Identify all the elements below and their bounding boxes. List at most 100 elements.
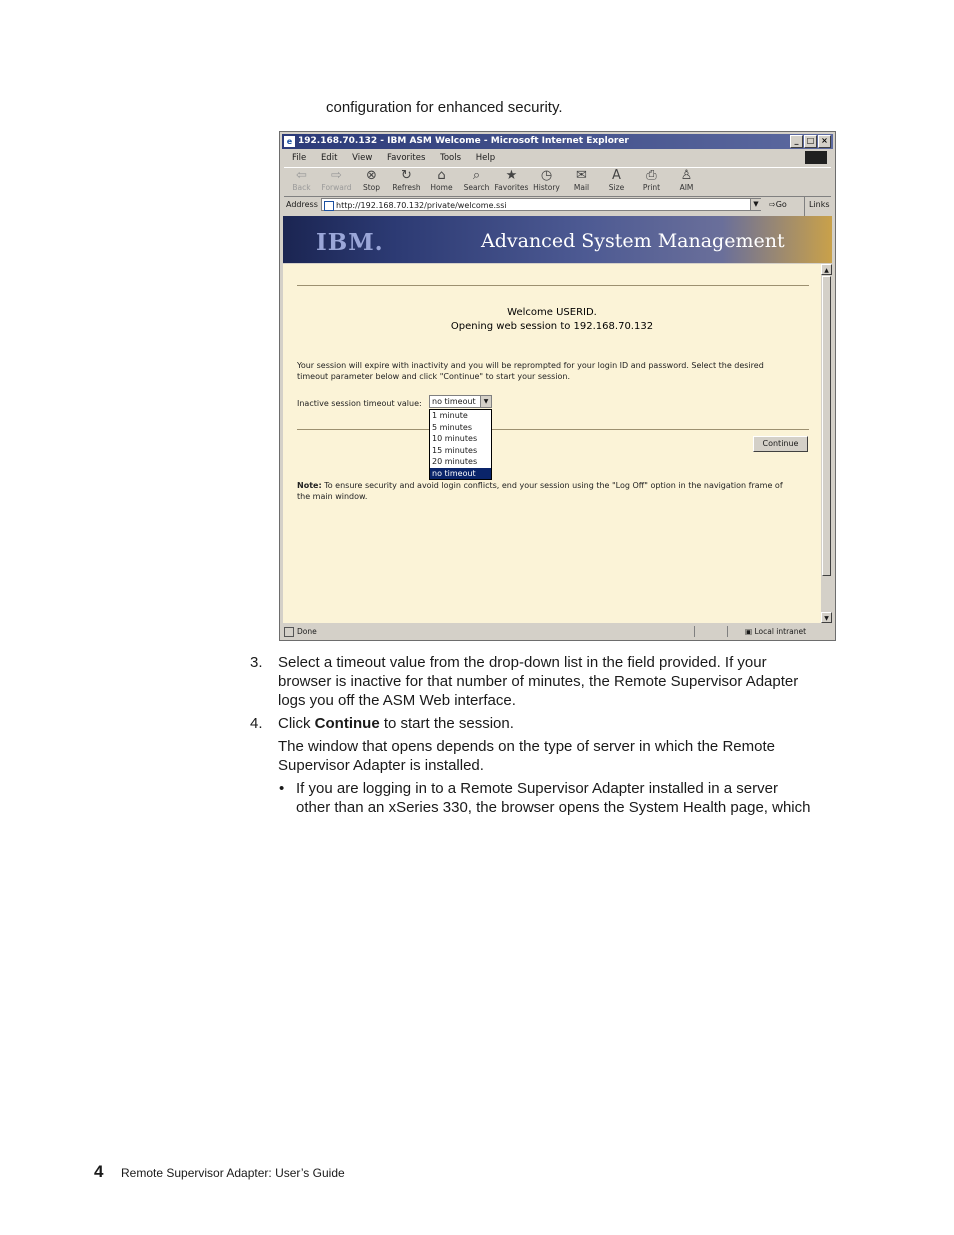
size-icon: A — [612, 168, 621, 183]
refresh-button[interactable]: ↻ Refresh — [389, 168, 424, 196]
search-button[interactable]: ⌕ Search — [459, 168, 494, 196]
stop-label: Stop — [362, 183, 381, 192]
timeout-option[interactable]: 20 minutes — [430, 456, 491, 468]
forward-button[interactable]: ⇨ Forward — [319, 168, 354, 196]
aim-icon: ♙ — [680, 168, 693, 183]
paragraph-line-1: The window that opens depends on the typ… — [278, 738, 775, 755]
page-status-icon — [284, 627, 294, 637]
windows-logo-icon — [805, 151, 827, 164]
ibm-logo: IBM. — [316, 229, 384, 256]
asm-banner: IBM. Advanced System Management — [283, 216, 832, 263]
menu-view[interactable]: View — [352, 153, 372, 163]
timeout-option[interactable]: 1 minute — [430, 410, 491, 422]
forward-arrow-icon: ⇨ — [331, 168, 342, 183]
menu-file[interactable]: File — [292, 153, 306, 163]
address-dropdown-icon[interactable]: ▼ — [750, 199, 761, 210]
favorites-button[interactable]: ★ Favorites — [494, 168, 529, 196]
scroll-down-icon[interactable]: ▼ — [821, 612, 832, 623]
menu-help[interactable]: Help — [476, 153, 495, 163]
session-text-1: Your session will expire with inactivity… — [297, 361, 764, 370]
address-label: Address — [286, 200, 318, 209]
step-4-text: Click Continue to start the session. — [278, 714, 514, 734]
note-text-1: To ensure security and avoid login confl… — [324, 481, 783, 490]
address-bar: Address http://192.168.70.132/private/we… — [284, 196, 831, 230]
divider-top — [297, 285, 809, 286]
stop-icon: ⊗ — [366, 168, 377, 183]
step-4-post: to start the session. — [379, 715, 514, 732]
back-arrow-icon: ⇦ — [296, 168, 307, 183]
go-label: Go — [775, 200, 787, 209]
home-label: Home — [430, 183, 453, 192]
timeout-option[interactable]: 15 minutes — [430, 445, 491, 457]
aim-button[interactable]: ♙ AIM — [669, 168, 704, 196]
go-arrow-icon: ⇨ — [769, 200, 776, 209]
note-label: Note: — [297, 481, 322, 490]
stop-button[interactable]: ⊗ Stop — [354, 168, 389, 196]
ie-icon: e — [284, 136, 295, 147]
timeout-option-selected[interactable]: no timeout — [430, 467, 491, 479]
status-zone: ▣ Local intranet — [745, 625, 806, 638]
page-number: 4 — [94, 1162, 104, 1181]
mail-icon: ✉ — [576, 168, 587, 183]
search-label: Search — [463, 183, 490, 192]
menu-bar: File Edit View Favorites Tools Help — [284, 150, 831, 166]
timeout-select[interactable]: no timeout ▼ — [429, 395, 492, 408]
banner-title: Advanced System Management — [481, 230, 785, 252]
timeout-selected: no timeout — [432, 397, 476, 406]
refresh-icon: ↻ — [401, 168, 412, 183]
history-button[interactable]: ◷ History — [529, 168, 564, 196]
vertical-scrollbar[interactable]: ▲ ▼ — [821, 264, 832, 623]
web-content: Welcome USERID. Opening web session to 1… — [283, 264, 821, 623]
size-button[interactable]: A Size — [599, 168, 634, 196]
timeout-label: Inactive session timeout value: — [297, 399, 422, 408]
scroll-up-icon[interactable]: ▲ — [821, 264, 832, 275]
status-done: Done — [283, 625, 317, 638]
back-label: Back — [292, 183, 311, 192]
timeout-options-list: 1 minute 5 minutes 10 minutes 15 minutes… — [429, 409, 492, 480]
step-4-pre: Click — [278, 715, 315, 732]
timeout-option[interactable]: 10 minutes — [430, 433, 491, 445]
favorites-label: Favorites — [494, 183, 529, 192]
session-text-2: timeout parameter below and click "Conti… — [297, 372, 571, 381]
continue-button[interactable]: Continue — [753, 436, 808, 452]
status-zone-text: Local intranet — [754, 627, 807, 636]
favorites-icon: ★ — [505, 168, 518, 183]
menu-tools[interactable]: Tools — [440, 153, 461, 163]
address-input[interactable]: http://192.168.70.132/private/welcome.ss… — [321, 198, 761, 211]
history-label: History — [533, 183, 560, 192]
note-text-2: the main window. — [297, 492, 368, 501]
welcome-line1: Welcome USERID. — [507, 307, 597, 318]
bullet-mark: • — [279, 780, 285, 797]
print-button[interactable]: ⎙ Print — [634, 168, 669, 196]
step-4-number: 4. — [250, 715, 263, 732]
go-button[interactable]: ⇨Go — [769, 196, 787, 213]
aim-label: AIM — [679, 183, 694, 192]
address-value: http://192.168.70.132/private/welcome.ss… — [336, 201, 507, 210]
print-icon: ⎙ — [646, 168, 657, 183]
close-icon[interactable]: × — [818, 135, 831, 148]
minimize-icon[interactable]: _ — [790, 135, 803, 148]
back-button[interactable]: ⇦ Back — [284, 168, 319, 196]
intro-text: configuration for enhanced security. — [326, 99, 563, 116]
search-icon: ⌕ — [472, 168, 481, 183]
status-bar: Done ▣ Local intranet — [283, 625, 832, 638]
scroll-thumb[interactable] — [822, 276, 831, 576]
bullet-line-2: other than an xSeries 330, the browser o… — [296, 799, 811, 816]
note: Note: To ensure security and avoid login… — [297, 480, 783, 491]
status-done-text: Done — [297, 627, 317, 636]
menu-edit[interactable]: Edit — [321, 153, 337, 163]
maximize-icon[interactable]: □ — [804, 135, 817, 148]
chevron-down-icon[interactable]: ▼ — [480, 396, 491, 407]
timeout-option[interactable]: 5 minutes — [430, 422, 491, 434]
divider-middle — [297, 429, 809, 430]
step-3-line-1: Select a timeout value from the drop-dow… — [278, 654, 767, 671]
menu-favorites[interactable]: Favorites — [387, 153, 425, 163]
home-button[interactable]: ⌂ Home — [424, 168, 459, 196]
home-icon: ⌂ — [437, 168, 446, 183]
mail-button[interactable]: ✉ Mail — [564, 168, 599, 196]
browser-screenshot: e 192.168.70.132 - IBM ASM Welcome - Mic… — [279, 131, 836, 641]
step-3-line-2: browser is inactive for that number of m… — [278, 673, 799, 690]
welcome-line2: Opening web session to 192.168.70.132 — [450, 321, 654, 332]
size-label: Size — [608, 183, 625, 192]
bullet-line-1: If you are logging in to a Remote Superv… — [296, 780, 778, 797]
